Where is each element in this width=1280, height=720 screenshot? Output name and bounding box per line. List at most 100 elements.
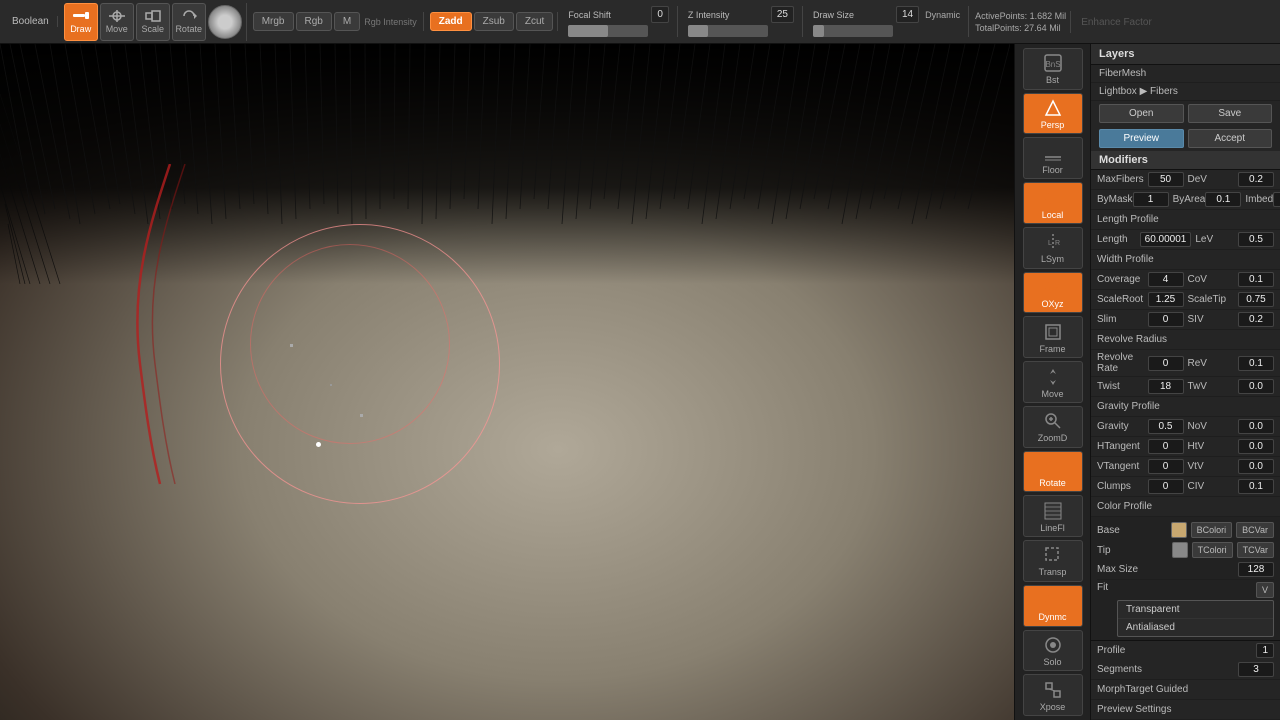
viewport[interactable] — [0, 44, 1014, 720]
tip-color-swatch[interactable] — [1172, 542, 1188, 558]
length-value[interactable]: 60.00001 — [1140, 232, 1192, 247]
siv-value[interactable]: 0.2 — [1238, 312, 1274, 327]
scale-button[interactable]: Scale — [136, 3, 170, 41]
linefill-tool-btn[interactable]: LineFl — [1023, 495, 1083, 537]
dynamic-tool-btn[interactable]: Dynmc — [1023, 585, 1083, 627]
z-intensity-label: Z Intensity — [688, 10, 768, 20]
focal-shift-slider[interactable] — [568, 25, 648, 37]
tcolori-btn[interactable]: TColori — [1192, 542, 1233, 558]
draw-size-slider[interactable] — [813, 25, 893, 37]
v-btn[interactable]: V — [1256, 582, 1274, 598]
byarea-value[interactable]: 0.1 — [1205, 192, 1241, 207]
scaletip-label: ScaleTip — [1188, 294, 1239, 305]
local-tool-btn[interactable]: Local — [1023, 182, 1083, 224]
morph-target-label: MorphTarget Guided — [1097, 684, 1274, 695]
render-dropdown: Transparent Antialiased — [1117, 600, 1274, 637]
mrgb-button[interactable]: Mrgb — [253, 12, 294, 31]
z-intensity-value[interactable]: 25 — [771, 6, 794, 23]
lightbox-row[interactable]: Lightbox ▶ Fibers — [1091, 83, 1280, 101]
width-profile-row[interactable]: Width Profile — [1091, 250, 1280, 270]
focal-group: Focal Shift 0 — [560, 6, 678, 37]
length-profile-row[interactable]: Length Profile — [1091, 210, 1280, 230]
lev-value[interactable]: 0.5 — [1238, 232, 1274, 247]
layers-header: Layers — [1091, 44, 1280, 65]
revolve-rate-value[interactable]: 0 — [1148, 356, 1184, 371]
solo-tool-btn[interactable]: Solo — [1023, 630, 1083, 672]
oxyz-tool-btn[interactable]: xyz OXyz — [1023, 272, 1083, 314]
best-tool-btn[interactable]: BnS Bst — [1023, 48, 1083, 90]
max-fibers-value[interactable]: 50 — [1148, 172, 1184, 187]
revolve-radius-row[interactable]: Revolve Radius — [1091, 330, 1280, 350]
xpose-tool-btn[interactable]: Xpose — [1023, 674, 1083, 716]
base-color-swatch[interactable] — [1171, 522, 1187, 538]
dev-value[interactable]: 0.2 — [1238, 172, 1274, 187]
profile1-value[interactable]: 1 — [1256, 643, 1274, 658]
accept-button[interactable]: Accept — [1188, 129, 1273, 148]
rotate-tool-btn[interactable]: Rotate — [1023, 451, 1083, 493]
rgb-button[interactable]: Rgb — [296, 12, 332, 31]
twist-value[interactable]: 18 — [1148, 379, 1184, 394]
cov-value[interactable]: 0.1 — [1238, 272, 1274, 287]
floor-tool-btn[interactable]: Floor — [1023, 137, 1083, 179]
props-panel: Layers FiberMesh Lightbox ▶ Fibers Open … — [1090, 44, 1280, 720]
civ-value[interactable]: 0.1 — [1238, 479, 1274, 494]
dynamic-label[interactable]: Dynamic — [925, 10, 960, 20]
draw-button[interactable]: Draw — [64, 3, 98, 41]
vtangent-value[interactable]: 0 — [1148, 459, 1184, 474]
cov-label: CoV — [1188, 274, 1239, 285]
nov-value[interactable]: 0.0 — [1238, 419, 1274, 434]
color-profile-row[interactable]: Color Profile — [1091, 497, 1280, 517]
slim-label: Slim — [1097, 314, 1148, 325]
transp-tool-btn[interactable]: Transp — [1023, 540, 1083, 582]
vtv-value[interactable]: 0.0 — [1238, 459, 1274, 474]
rev-value[interactable]: 0.1 — [1238, 356, 1274, 371]
vtangent-label: VTangent — [1097, 461, 1148, 472]
zoomd-tool-btn[interactable]: ZoomD — [1023, 406, 1083, 448]
tcvar-btn[interactable]: TCVar — [1237, 542, 1274, 558]
siv-label: SIV — [1188, 314, 1239, 325]
gravity-profile-row[interactable]: Gravity Profile — [1091, 397, 1280, 417]
segments-value[interactable]: 3 — [1238, 662, 1274, 677]
coverage-value[interactable]: 4 — [1148, 272, 1184, 287]
lsym-tool-btn[interactable]: LR LSym — [1023, 227, 1083, 269]
bymask-value[interactable]: 1 — [1133, 192, 1169, 207]
scaletip-value[interactable]: 0.75 — [1238, 292, 1274, 307]
imbed-value[interactable]: 0 — [1273, 192, 1280, 207]
zadd-button[interactable]: Zadd — [430, 12, 472, 31]
focal-shift-value[interactable]: 0 — [651, 6, 669, 23]
gravity-value[interactable]: 0.5 — [1148, 419, 1184, 434]
morph-target-row[interactable]: MorphTarget Guided — [1091, 680, 1280, 700]
preview-settings-row[interactable]: Preview Settings — [1091, 700, 1280, 720]
open-button[interactable]: Open — [1099, 104, 1184, 123]
twist-label: Twist — [1097, 381, 1148, 392]
rotate-button[interactable]: Rotate — [172, 3, 206, 41]
lev-label: LeV — [1195, 234, 1238, 245]
save-button[interactable]: Save — [1188, 104, 1273, 123]
frame-tool-btn[interactable]: Frame — [1023, 316, 1083, 358]
scaleroot-value[interactable]: 1.25 — [1148, 292, 1184, 307]
revolve-radius-label: Revolve Radius — [1097, 334, 1274, 345]
zcut-button[interactable]: Zcut — [516, 12, 553, 31]
bcvar-btn[interactable]: BCVar — [1236, 522, 1274, 538]
clumps-value[interactable]: 0 — [1148, 479, 1184, 494]
antialiased-option[interactable]: Antialiased — [1118, 619, 1273, 636]
move-button[interactable]: Move — [100, 3, 134, 41]
draw-size-value[interactable]: 14 — [896, 6, 919, 23]
persp-tool-btn[interactable]: Persp — [1023, 93, 1083, 135]
focal-shift-label: Focal Shift — [568, 10, 648, 20]
transparent-option[interactable]: Transparent — [1118, 601, 1273, 619]
zsub-button[interactable]: Zsub — [474, 12, 514, 31]
htangent-value[interactable]: 0 — [1148, 439, 1184, 454]
z-intensity-slider[interactable] — [688, 25, 768, 37]
twv-value[interactable]: 0.0 — [1238, 379, 1274, 394]
slim-value[interactable]: 0 — [1148, 312, 1184, 327]
m-button[interactable]: M — [334, 12, 360, 31]
max-size-value[interactable]: 128 — [1238, 562, 1274, 577]
htv-value[interactable]: 0.0 — [1238, 439, 1274, 454]
brush-preview[interactable] — [208, 5, 242, 39]
preview-button[interactable]: Preview — [1099, 129, 1184, 148]
bcolori-btn[interactable]: BColori — [1191, 522, 1233, 538]
fibermesh-row[interactable]: FiberMesh — [1091, 65, 1280, 83]
move-tool-btn[interactable]: Move — [1023, 361, 1083, 403]
tip-color-row: Tip TColori TCVar — [1097, 540, 1274, 560]
